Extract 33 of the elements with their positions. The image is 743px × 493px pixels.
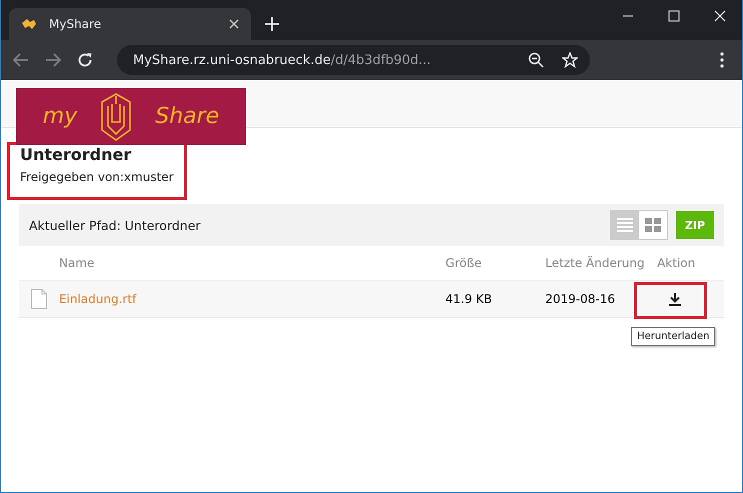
current-path-text: Aktueller Pfad: Unterordner <box>29 218 202 232</box>
zip-button[interactable]: ZIP <box>676 211 714 239</box>
browser-tab[interactable]: MyShare <box>9 8 251 40</box>
url-text: MyShare.rz.uni-osnabrueck.de/d/4b3dfb90d... <box>133 52 432 68</box>
menu-icon[interactable] <box>720 52 724 68</box>
back-icon[interactable] <box>13 53 29 67</box>
close-icon[interactable] <box>229 19 239 29</box>
building-icon <box>99 92 134 142</box>
grid-icon <box>645 218 661 232</box>
zoom-out-icon[interactable] <box>528 52 544 68</box>
address-bar[interactable]: MyShare.rz.uni-osnabrueck.de/d/4b3dfb90d... <box>117 45 590 75</box>
grid-view-button[interactable] <box>639 211 667 239</box>
file-icon <box>30 289 47 309</box>
column-header[interactable]: Größe <box>445 256 546 270</box>
file-link[interactable]: Einladung.rtf <box>58 292 446 306</box>
star-icon[interactable] <box>562 52 578 68</box>
list-icon <box>617 218 633 232</box>
table-cell-text: 41.9 KB <box>445 292 494 306</box>
logo-text: Share <box>155 104 220 129</box>
shared-by-text: Freigegeben von:xmuster <box>20 170 175 184</box>
column-header[interactable]: Aktion <box>657 256 724 270</box>
download-icon <box>669 292 682 306</box>
column-header[interactable]: Letzte Änderung <box>545 256 658 270</box>
folder-title: Unterordner <box>20 145 132 164</box>
reload-icon[interactable] <box>77 52 93 68</box>
tooltip: Herunterladen <box>631 327 716 346</box>
forward-icon[interactable] <box>45 53 61 67</box>
new-tab-icon[interactable] <box>265 17 279 31</box>
logo-text: my <box>42 104 78 129</box>
logo[interactable]: my Share <box>16 88 246 145</box>
table-cell-text: 2019-08-16 <box>545 292 616 306</box>
column-header[interactable]: Name <box>58 256 446 270</box>
maximize-icon[interactable] <box>668 10 680 22</box>
